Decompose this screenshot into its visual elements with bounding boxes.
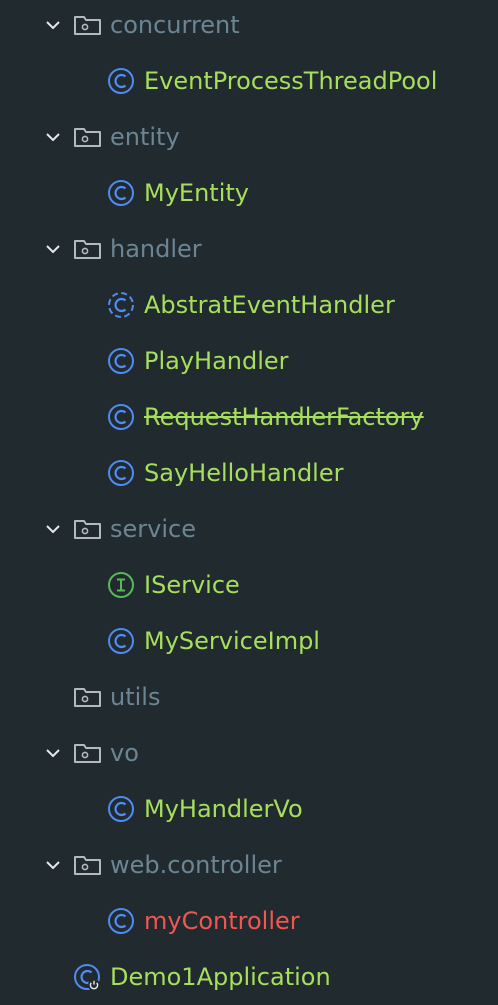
class-icon [107,67,135,95]
tree-item-class[interactable]: MyEntity [0,165,498,221]
tree-item-application[interactable]: Demo1Application [0,949,498,1005]
class-icon [107,907,135,935]
class-icon [107,627,135,655]
tree-item-interface[interactable]: IService [0,557,498,613]
tree-package-entity[interactable]: entity [0,109,498,165]
tree-package-utils[interactable]: utils [0,669,498,725]
chevron-down-icon[interactable] [42,126,64,148]
tree-package-service[interactable]: service [0,501,498,557]
folder-icon [73,13,103,37]
folder-icon [73,517,103,541]
chevron-down-icon[interactable] [42,854,64,876]
tree-package-vo[interactable]: vo [0,725,498,781]
folder-icon [73,125,103,149]
package-label: web.controller [110,851,282,879]
chevron-down-icon[interactable] [42,238,64,260]
class-label-error: myController [144,907,300,935]
package-label: entity [110,123,180,151]
folder-icon [73,741,103,765]
tree-item-class-deprecated[interactable]: RequestHandlerFactory [0,389,498,445]
class-label: EventProcessThreadPool [144,67,438,95]
class-icon [107,347,135,375]
project-tree: concurrent EventProcessThreadPool entity… [0,0,498,1000]
tree-item-class[interactable]: MyHandlerVo [0,781,498,837]
interface-icon [107,571,135,599]
folder-icon [73,237,103,261]
tree-item-abstract-class[interactable]: AbstratEventHandler [0,277,498,333]
package-label: utils [110,683,161,711]
class-label-deprecated: RequestHandlerFactory [144,403,424,431]
chevron-down-icon[interactable] [42,518,64,540]
chevron-down-icon[interactable] [42,742,64,764]
tree-item-class[interactable]: SayHelloHandler [0,445,498,501]
class-icon [107,459,135,487]
class-label: AbstratEventHandler [144,291,395,319]
package-label: handler [110,235,202,263]
application-label: Demo1Application [110,963,331,991]
spring-boot-class-icon [73,963,101,991]
tree-package-web-controller[interactable]: web.controller [0,837,498,893]
class-label: MyServiceImpl [144,627,320,655]
package-label: vo [110,739,139,767]
folder-icon [73,685,103,709]
class-icon [107,795,135,823]
package-label: concurrent [110,11,240,39]
chevron-down-icon[interactable] [42,14,64,36]
tree-item-class[interactable]: EventProcessThreadPool [0,53,498,109]
tree-item-class[interactable]: MyServiceImpl [0,613,498,669]
class-icon [107,179,135,207]
abstract-class-icon [107,291,135,319]
class-label: PlayHandler [144,347,289,375]
class-label: SayHelloHandler [144,459,344,487]
tree-item-class[interactable]: PlayHandler [0,333,498,389]
folder-icon [73,853,103,877]
class-icon [107,403,135,431]
tree-item-class-error[interactable]: myController [0,893,498,949]
tree-package-concurrent[interactable]: concurrent [0,0,498,53]
tree-package-handler[interactable]: handler [0,221,498,277]
class-label: MyHandlerVo [144,795,303,823]
interface-label: IService [144,571,240,599]
class-label: MyEntity [144,179,249,207]
package-label: service [110,515,196,543]
